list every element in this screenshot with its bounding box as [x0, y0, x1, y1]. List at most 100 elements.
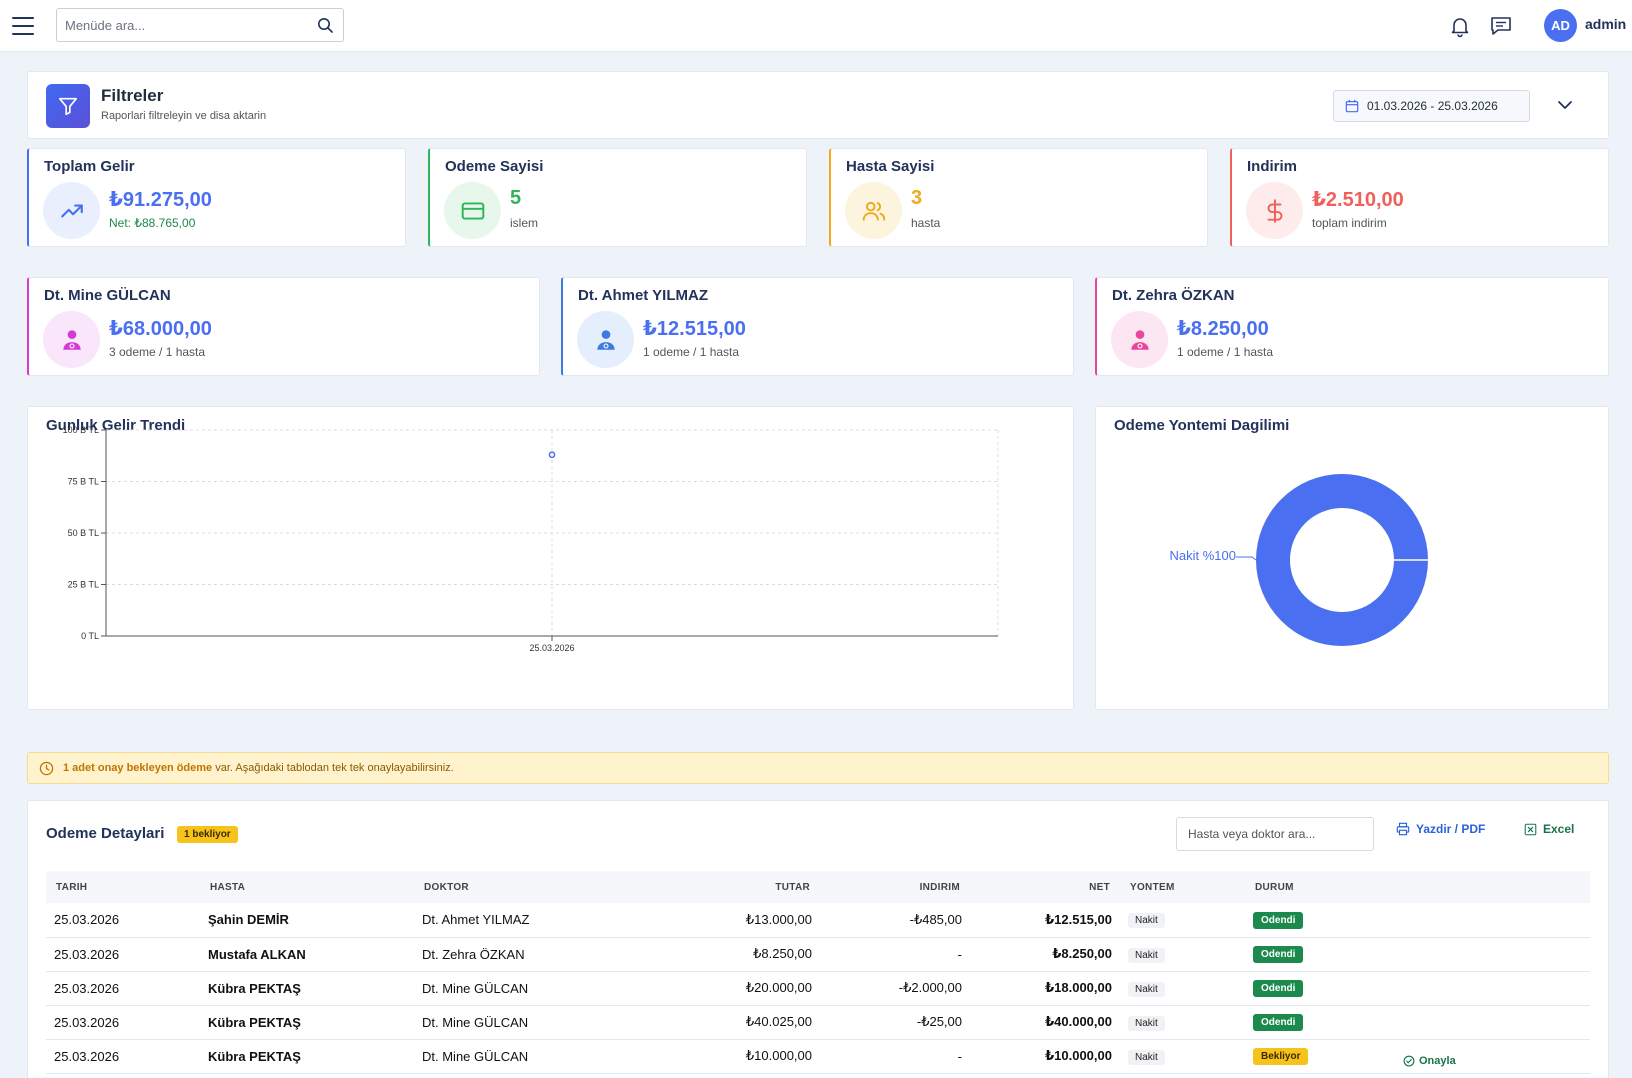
column-header[interactable]: NET — [970, 871, 1120, 903]
cell-amount: ₺10.000,00 — [640, 1039, 820, 1074]
username[interactable]: admin — [1585, 16, 1626, 32]
hamburger-menu-icon[interactable] — [12, 17, 34, 35]
print-label: Yazdir / PDF — [1416, 822, 1486, 836]
cell-method: Nakit — [1120, 937, 1245, 972]
patient-doctor-search-input[interactable] — [1176, 817, 1374, 851]
doctor-icon — [43, 311, 100, 368]
column-header[interactable]: TARIH — [46, 871, 200, 903]
table-header-row: TARIH HASTA DOKTOR TUTAR INDIRIM NET YON… — [46, 871, 1590, 903]
cell-discount: -₺2.000,00 — [820, 971, 970, 1006]
column-header[interactable]: DOKTOR — [414, 871, 640, 903]
cell-status: Odendi — [1245, 903, 1395, 938]
approve-label: Onayla — [1419, 1054, 1456, 1067]
search-icon[interactable] — [317, 17, 333, 33]
cell-amount: ₺13.000,00 — [640, 903, 820, 938]
cell-date: 25.03.2026 — [46, 937, 200, 972]
approve-button[interactable]: Onayla — [1403, 1055, 1456, 1067]
cell-status: Odendi — [1245, 971, 1395, 1006]
payment-method-chart: Nakit %100 — [1170, 474, 1428, 646]
status-badge: Odendi — [1253, 946, 1304, 963]
doctor-card-zehra-ozkan: Dt. Zehra ÖZKAN ₺8.250,00 1 odeme / 1 ha… — [1095, 277, 1609, 376]
table-row: 25.03.2026 Mustafa ALKAN Dt. Zehra ÖZKAN… — [46, 937, 1590, 972]
chat-icon[interactable] — [1489, 14, 1513, 38]
print-pdf-button[interactable]: Yazdir / PDF — [1396, 817, 1485, 841]
cell-net: ₺18.000,00 — [970, 971, 1120, 1006]
check-circle-icon — [1403, 1055, 1415, 1066]
y-tick-label: 75 B TL — [68, 477, 99, 487]
table-row: 25.03.2026 Kübra PEKTAŞ Dt. Mine GÜLCAN … — [46, 971, 1590, 1006]
payment-details-panel: Odeme Detaylari 1 bekliyor Yazdir / PDF … — [27, 800, 1609, 1078]
doctor-name: Dt. Ahmet YILMAZ — [578, 287, 708, 304]
date-range-picker[interactable]: 01.03.2026 - 25.03.2026 — [1333, 90, 1530, 122]
calendar-icon — [1345, 99, 1359, 113]
doctor-icon — [1111, 311, 1168, 368]
stat-card-payment-count: Odeme Sayisi 5 islem — [428, 148, 807, 247]
doctor-name: Dt. Mine GÜLCAN — [44, 287, 171, 304]
bell-icon[interactable] — [1448, 14, 1472, 38]
cell-method: Nakit — [1120, 971, 1245, 1006]
filter-panel: Filtreler Raporlari filtreleyin ve disa … — [27, 71, 1609, 139]
cell-method: Nakit — [1120, 903, 1245, 938]
column-header[interactable]: HASTA — [200, 871, 414, 903]
cell-patient: Kübra PEKTAŞ — [200, 1039, 414, 1074]
stat-value: ₺2.510,00 — [1312, 189, 1404, 211]
column-header[interactable]: YONTEM — [1120, 871, 1245, 903]
table-row: 25.03.2026 Kübra PEKTAŞ Dt. Mine GÜLCAN … — [46, 1039, 1590, 1074]
payments-title: Odeme Detaylari — [46, 825, 165, 842]
stat-sub: hasta — [911, 216, 941, 230]
method-badge: Nakit — [1128, 913, 1165, 929]
daily-income-chart-panel: Gunluk Gelir Trendi 0 TL 25 B TL 50 B TL 75… — [27, 406, 1074, 710]
chevron-down-icon[interactable] — [1556, 96, 1574, 114]
doctor-income: ₺8.250,00 — [1177, 318, 1269, 340]
payments-table: TARIH HASTA DOKTOR TUTAR INDIRIM NET YON… — [46, 871, 1590, 1074]
cell-date: 25.03.2026 — [46, 903, 200, 938]
cell-net: ₺12.515,00 — [970, 903, 1120, 938]
cell-action: Onayla — [1395, 1039, 1590, 1074]
stat-card-total-income: Toplam Gelir ₺91.275,00 Net: ₺88.765,00 — [27, 148, 406, 247]
column-header[interactable]: DURUM — [1245, 871, 1395, 903]
cell-amount: ₺20.000,00 — [640, 971, 820, 1006]
cell-status: Odendi — [1245, 1005, 1395, 1040]
cell-patient: Şahin DEMİR — [200, 903, 414, 938]
doctor-income: ₺68.000,00 — [109, 318, 212, 340]
status-badge: Odendi — [1253, 911, 1304, 929]
cell-patient: Kübra PEKTAŞ — [200, 1005, 414, 1040]
cell-method: Nakit — [1120, 1005, 1245, 1040]
cell-discount: - — [820, 937, 970, 972]
doctor-card-ahmet-yilmaz: Dt. Ahmet YILMAZ ₺12.515,00 1 odeme / 1 … — [561, 277, 1074, 376]
status-badge: Bekliyor — [1253, 1048, 1309, 1065]
cell-action — [1395, 903, 1590, 938]
avatar[interactable]: AD — [1544, 9, 1577, 42]
cell-doctor: Dt. Mine GÜLCAN — [414, 1005, 640, 1040]
cell-date: 25.03.2026 — [46, 971, 200, 1006]
cell-date: 25.03.2026 — [46, 1005, 200, 1040]
doctor-summary: 3 odeme / 1 hasta — [109, 345, 206, 359]
stat-sub: islem — [510, 216, 539, 230]
cell-doctor: Dt. Mine GÜLCAN — [414, 971, 640, 1006]
cell-discount: - — [820, 1039, 970, 1074]
data-point — [548, 451, 556, 459]
stat-label: Indirim — [1247, 158, 1298, 175]
method-badge: Nakit — [1128, 1049, 1165, 1065]
stat-value: 3 — [911, 187, 923, 209]
pending-badge: 1 bekliyor — [177, 826, 238, 843]
doctor-income: ₺12.515,00 — [643, 318, 746, 340]
status-badge: Odendi — [1253, 1014, 1304, 1031]
column-header[interactable]: TUTAR — [640, 871, 820, 903]
filter-title: Filtreler — [101, 86, 164, 105]
cell-date: 25.03.2026 — [46, 1039, 200, 1074]
cell-doctor: Dt. Zehra ÖZKAN — [414, 937, 640, 972]
excel-button[interactable]: Excel — [1524, 817, 1574, 841]
menu-search-input[interactable] — [57, 9, 297, 41]
cell-action — [1395, 937, 1590, 972]
slice-label: Nakit %100 — [1170, 548, 1236, 563]
dollar-icon — [1246, 182, 1303, 239]
cell-doctor: Dt. Mine GÜLCAN — [414, 1039, 640, 1074]
cell-patient: Mustafa ALKAN — [200, 937, 414, 972]
cell-status: Bekliyor — [1245, 1039, 1395, 1074]
printer-icon — [1396, 822, 1410, 836]
payment-method-chart-panel: Odeme Yontemi Dagilimi Nakit %100 — [1095, 406, 1609, 710]
top-bar: AD admin — [0, 0, 1632, 52]
table-row: 25.03.2026 Kübra PEKTAŞ Dt. Mine GÜLCAN … — [46, 1005, 1590, 1040]
column-header[interactable]: INDIRIM — [820, 871, 970, 903]
